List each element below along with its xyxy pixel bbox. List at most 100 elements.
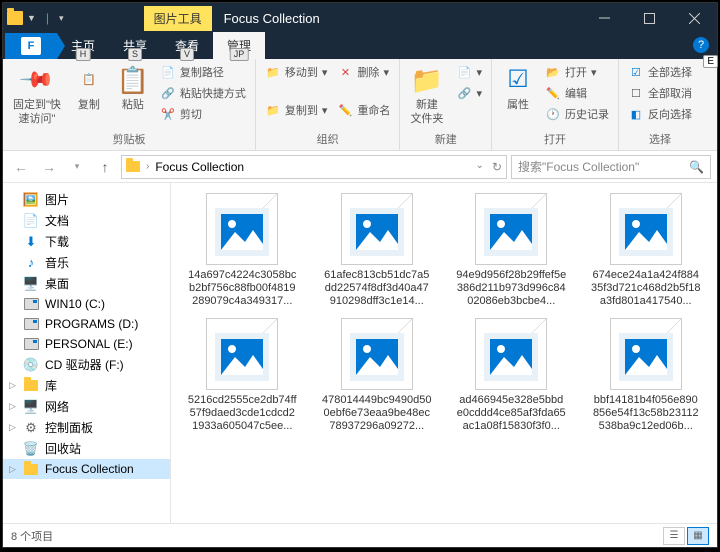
access-icon: 🔗 <box>456 85 472 101</box>
tree-item[interactable]: PERSONAL (E:) <box>3 334 170 354</box>
new-item-button[interactable]: 📄▾ <box>453 62 485 82</box>
tree-item[interactable]: ▷库 <box>3 375 170 396</box>
tab-manage[interactable]: 管理JP <box>213 32 265 59</box>
tab-home[interactable]: 主页H <box>57 32 109 59</box>
tree-item-label: 下载 <box>45 233 69 250</box>
recent-button[interactable]: ▾ <box>65 155 89 179</box>
cut-button[interactable]: ✂️剪切 <box>157 104 249 124</box>
expand-icon[interactable]: ▷ <box>9 380 16 391</box>
edit-icon: ✏️ <box>545 85 561 101</box>
expand-icon[interactable]: ▷ <box>9 401 16 412</box>
easy-access-button[interactable]: 🔗▾ <box>453 83 485 103</box>
dropdown-icon[interactable]: ▼ <box>27 13 36 23</box>
file-item[interactable]: 94e9d956f28b29ffef5e386d211b973d996c8402… <box>448 193 575 308</box>
file-name: 674ece24a1a424f88435f3d721c468d2b5f18a3f… <box>591 269 701 308</box>
tree-item-label: 音乐 <box>45 254 69 271</box>
overflow-icon[interactable]: ▾ <box>59 13 64 24</box>
tree-item-icon: 🖥️ <box>23 399 39 415</box>
tree-item-label: 文档 <box>45 212 69 229</box>
new-folder-icon: 📁 <box>411 64 443 96</box>
move-to-button[interactable]: 📁移动到 ▾ <box>262 62 331 82</box>
file-tab[interactable]: F <box>5 33 57 59</box>
copy-to-button[interactable]: 📁复制到 ▾ <box>262 100 331 120</box>
close-button[interactable] <box>672 3 717 33</box>
tree-item-icon <box>23 461 39 477</box>
paste-shortcut-button[interactable]: 🔗粘贴快捷方式 <box>157 83 249 103</box>
tree-item-icon: 🗑️ <box>23 441 39 457</box>
file-item[interactable]: 61afec813cb51dc7a5dd22574f8df3d40a479102… <box>314 193 441 308</box>
tree-item-label: 库 <box>45 377 57 394</box>
chevron-icon[interactable]: › <box>146 161 149 172</box>
icons-view-button[interactable]: ▦ <box>687 527 709 545</box>
delete-button[interactable]: ✕删除 ▾ <box>334 62 393 82</box>
file-item[interactable]: bbf14181b4f056e890856e54f13c58b23112538b… <box>583 318 710 433</box>
file-grid: 14a697c4224c3058bcb2bf756c88fb00f4819289… <box>171 183 717 523</box>
tree-item-icon: ⚙ <box>23 420 39 436</box>
properties-icon: ☑ <box>502 64 534 96</box>
tree-item-icon <box>23 336 39 352</box>
address-field[interactable]: › Focus Collection ⌄ ↻ <box>121 155 507 179</box>
image-icon <box>350 333 404 381</box>
ribbon-tabs: F 主页H 共享S 查看V 管理JP ? E <box>3 33 717 59</box>
contextual-tab[interactable]: 图片工具 <box>144 6 212 31</box>
file-item[interactable]: 14a697c4224c3058bcb2bf756c88fb00f4819289… <box>179 193 306 308</box>
paste-icon: 📋 <box>117 64 149 96</box>
file-name: 478014449bc9490d500ebf6e73eaa9be48ec7893… <box>322 394 432 433</box>
open-button[interactable]: 📂打开 ▾ <box>542 62 612 82</box>
image-icon <box>350 208 404 256</box>
tree-item[interactable]: ▷🖥️网络 <box>3 396 170 417</box>
tree-item[interactable]: 🖥️桌面 <box>3 273 170 294</box>
tree-item[interactable]: 💿CD 驱动器 (F:) <box>3 354 170 375</box>
tree-item[interactable]: ▷Focus Collection <box>3 459 170 479</box>
tree-item-icon <box>23 378 39 394</box>
breadcrumb[interactable]: Focus Collection <box>155 160 244 174</box>
expand-icon[interactable]: ▷ <box>9 422 16 433</box>
file-thumbnail <box>475 193 547 265</box>
maximize-button[interactable] <box>627 3 672 33</box>
file-thumbnail <box>610 193 682 265</box>
file-item[interactable]: ad466945e328e5bbde0cddd4ce85af3fda65ac1a… <box>448 318 575 433</box>
forward-button[interactable]: → <box>37 155 61 179</box>
tree-item[interactable]: WIN10 (C:) <box>3 294 170 314</box>
file-item[interactable]: 478014449bc9490d500ebf6e73eaa9be48ec7893… <box>314 318 441 433</box>
minimize-button[interactable] <box>582 3 627 33</box>
move-icon: 📁 <box>265 64 281 80</box>
dropdown-icon[interactable]: ⌄ <box>476 160 484 174</box>
nav-tree: 🖼️图片📄文档⬇下载♪音乐🖥️桌面WIN10 (C:)PROGRAMS (D:)… <box>3 183 171 523</box>
tree-item[interactable]: 🗑️回收站 <box>3 438 170 459</box>
back-button[interactable]: ← <box>9 155 33 179</box>
tab-view[interactable]: 查看V <box>161 32 213 59</box>
history-button[interactable]: 🕐历史记录 <box>542 104 612 124</box>
file-item[interactable]: 674ece24a1a424f88435f3d721c468d2b5f18a3f… <box>583 193 710 308</box>
properties-button[interactable]: ☑属性 <box>498 62 538 114</box>
file-thumbnail <box>341 193 413 265</box>
select-none-button[interactable]: ☐全部取消 <box>625 83 695 103</box>
refresh-icon[interactable]: ↻ <box>492 160 502 174</box>
tree-item[interactable]: ▷⚙控制面板 <box>3 417 170 438</box>
file-thumbnail <box>341 318 413 390</box>
invert-icon: ◧ <box>628 106 644 122</box>
tree-item[interactable]: 📄文档 <box>3 210 170 231</box>
tree-item[interactable]: 🖼️图片 <box>3 189 170 210</box>
new-folder-button[interactable]: 📁新建 文件夹 <box>406 62 447 128</box>
help-icon[interactable]: ? <box>693 37 709 53</box>
address-bar: ← → ▾ ↑ › Focus Collection ⌄ ↻ 搜索"Focus C… <box>3 151 717 183</box>
expand-icon[interactable]: ▷ <box>9 464 16 475</box>
paste-button[interactable]: 📋粘贴 <box>113 62 153 114</box>
rename-button[interactable]: ✏️重命名 <box>334 100 393 120</box>
tree-item[interactable]: PROGRAMS (D:) <box>3 314 170 334</box>
tree-item[interactable]: ♪音乐 <box>3 252 170 273</box>
copy-button[interactable]: 📋复制 <box>69 62 109 114</box>
copy-path-button[interactable]: 📄复制路径 <box>157 62 249 82</box>
pin-button[interactable]: 📌固定到"快 速访问" <box>9 62 65 128</box>
tree-item[interactable]: ⬇下载 <box>3 231 170 252</box>
select-all-button[interactable]: ☑全部选择 <box>625 62 695 82</box>
details-view-button[interactable]: ☰ <box>663 527 685 545</box>
search-input[interactable]: 搜索"Focus Collection" 🔍 <box>511 155 711 179</box>
invert-selection-button[interactable]: ◧反向选择 <box>625 104 695 124</box>
copyto-icon: 📁 <box>265 102 281 118</box>
file-item[interactable]: 5216cd2555ce2db74ff57f9daed3cde1cdcd2193… <box>179 318 306 433</box>
up-button[interactable]: ↑ <box>93 155 117 179</box>
tab-share[interactable]: 共享S <box>109 32 161 59</box>
edit-button[interactable]: ✏️编辑 <box>542 83 612 103</box>
